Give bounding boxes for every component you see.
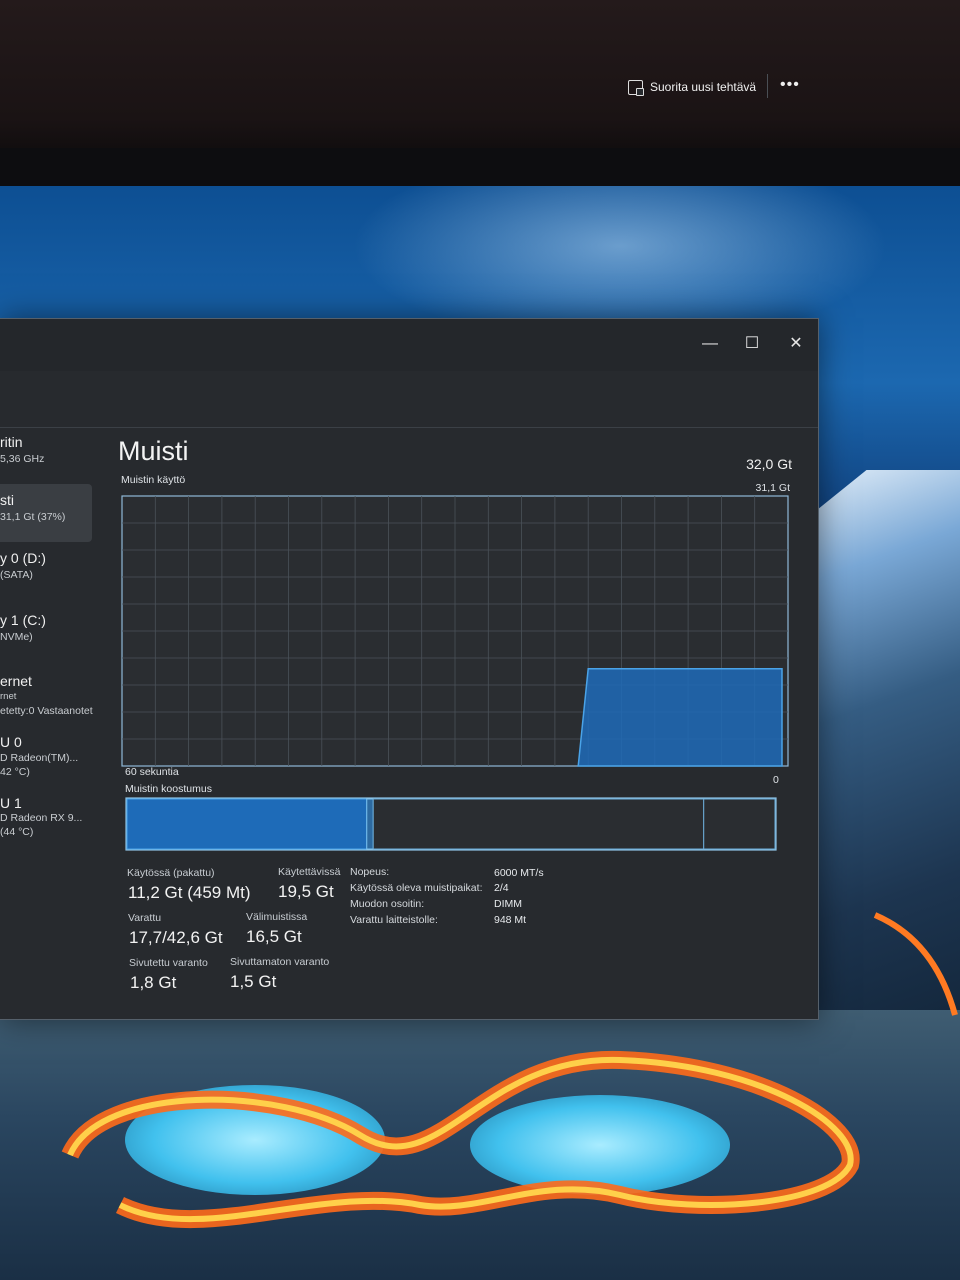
close-icon: ✕: [789, 335, 803, 352]
more-options-button[interactable]: •••: [780, 76, 800, 94]
total-memory: 32,0 Gt: [746, 456, 792, 472]
sidebar-item-detail: etetty:0 Vastaanotet: [0, 705, 93, 717]
sidebar-item-cpu[interactable]: ritin 5,36 GHz: [0, 428, 92, 486]
sidebar-item-subtitle: D Radeon(TM)...: [0, 752, 79, 764]
composition-modified[interactable]: [366, 798, 374, 850]
paged-pool-label: Sivutettu varanto: [129, 957, 208, 969]
sidebar-item-title: ernet: [0, 673, 32, 689]
nonpaged-pool-value: 1,5 Gt: [230, 972, 277, 991]
memory-composition-label: Muistin koostumus: [125, 783, 212, 795]
composition-in-use[interactable]: [126, 798, 368, 850]
sidebar-item-subtitle: NVMe): [0, 631, 33, 643]
sidebar-item-detail: (44 °C): [0, 826, 34, 838]
sidebar-item-disk-1[interactable]: y 1 (C:) NVMe): [0, 606, 92, 664]
committed-label: Varattu: [128, 912, 162, 924]
composition-free[interactable]: [703, 798, 776, 850]
in-use-value: 11,2 Gt (459 Mt): [128, 883, 251, 902]
minimize-button[interactable]: —: [697, 331, 723, 357]
sidebar-item-title: ritin: [0, 434, 23, 450]
sidebar-item-gpu-1[interactable]: U 1 D Radeon RX 9... (44 °C): [0, 789, 92, 845]
sidebar-item-subtitle: rnet: [0, 691, 17, 702]
sidebar-item-ethernet[interactable]: ernet rnet etetty:0 Vastaanotet: [0, 667, 93, 723]
paged-pool-value: 1,8 Gt: [130, 973, 177, 992]
time-span-label: 60 sekuntia: [125, 766, 179, 778]
cached-label: Välimuistissa: [246, 911, 308, 923]
close-button[interactable]: ✕: [783, 331, 809, 357]
sidebar-item-subtitle: 31,1 Gt (37%): [0, 511, 66, 523]
cached-value: 16,5 Gt: [246, 927, 302, 946]
available-label: Käytettävissä: [278, 866, 341, 878]
page-title: Muisti: [118, 436, 189, 466]
sidebar-item-title: sti: [0, 492, 14, 508]
nonpaged-pool-label: Sivuttamaton varanto: [230, 956, 330, 968]
title-bar[interactable]: [0, 319, 818, 371]
sidebar-item-subtitle: (SATA): [0, 569, 33, 581]
spec-value: 948 Mt: [494, 914, 527, 926]
sidebar-item-title: y 1 (C:): [0, 612, 46, 628]
memory-usage-label: Muistin käyttö: [121, 474, 186, 486]
spec-label: Nopeus:: [350, 866, 390, 878]
more-icon: •••: [780, 76, 800, 93]
spec-value: DIMM: [494, 898, 522, 910]
in-use-label: Käytössä (pakattu): [127, 867, 215, 879]
run-task-icon: [628, 79, 644, 96]
run-new-task-button[interactable]: Suorita uusi tehtävä: [628, 76, 756, 98]
spec-value: 2/4: [494, 882, 509, 894]
spec-label: Varattu laitteistolle:: [350, 914, 438, 926]
sidebar-item-title: U 1: [0, 795, 22, 811]
sidebar-item-title: U 0: [0, 734, 22, 750]
usage-area: [577, 668, 783, 767]
sidebar-item-title: y 0 (D:): [0, 550, 46, 566]
spec-label: Muodon osoitin:: [350, 898, 425, 910]
available-value: 19,5 Gt: [278, 882, 334, 901]
sidebar-item-detail: 42 °C): [0, 766, 30, 778]
minimize-icon: —: [702, 335, 718, 352]
memory-composition-bar: [125, 797, 777, 851]
toolbar-divider: [767, 74, 768, 98]
monitor-bezel: [0, 0, 960, 170]
spec-label: Käytössä oleva muistipaikat:: [350, 882, 483, 894]
composition-standby[interactable]: [372, 798, 705, 850]
maximize-button[interactable]: ☐: [739, 331, 765, 357]
graph-max-label: 31,1 Gt: [755, 482, 790, 494]
sidebar-item-disk-0[interactable]: y 0 (D:) (SATA): [0, 544, 92, 602]
sidebar-item-memory[interactable]: sti 31,1 Gt (37%): [0, 484, 92, 542]
run-new-task-label: Suorita uusi tehtävä: [650, 80, 757, 94]
spec-value: 6000 MT/s: [494, 867, 544, 879]
wallpaper-light-trails: [60, 1045, 890, 1245]
committed-value: 17,7/42,6 Gt: [129, 928, 223, 947]
sidebar-item-gpu-0[interactable]: U 0 D Radeon(TM)... 42 °C): [0, 728, 92, 784]
memory-usage-graph: [121, 495, 789, 767]
sidebar-item-subtitle: D Radeon RX 9...: [0, 812, 83, 824]
maximize-icon: ☐: [744, 335, 760, 352]
toolbar: [0, 371, 818, 428]
graph-min-label: 0: [773, 774, 779, 786]
sidebar-item-subtitle: 5,36 GHz: [0, 453, 45, 465]
wallpaper-light-streak: [873, 912, 958, 1016]
